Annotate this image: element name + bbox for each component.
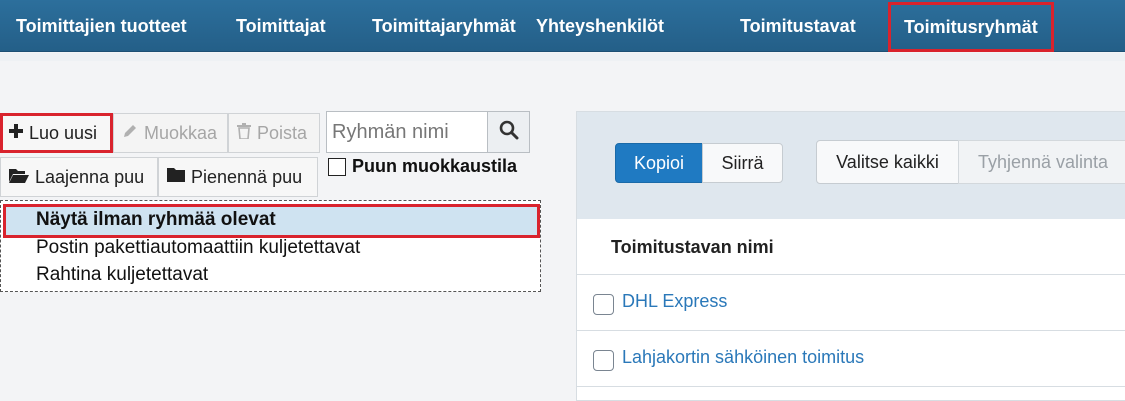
column-header-name: Toimitustavan nimi: [611, 237, 774, 257]
delete-label: Poista: [257, 122, 308, 143]
search-button[interactable]: [487, 111, 530, 153]
trash-icon: [237, 122, 251, 144]
table-row: DHL Express: [577, 275, 1125, 331]
tab-toimittajien-tuotteet[interactable]: Toimittajien tuotteet: [16, 0, 187, 52]
collapse-tree-button[interactable]: Pienennä puu: [158, 157, 318, 197]
create-new-label: Luo uusi: [29, 122, 98, 143]
clear-selection-button[interactable]: Tyhjennä valinta: [958, 140, 1125, 184]
expand-tree-label: Laajenna puu: [35, 166, 145, 187]
row-link[interactable]: Lahjakortin sähköinen toimitus: [622, 347, 864, 368]
tree-edit-mode-label: Puun muokkaustila: [352, 156, 518, 176]
tree-item-parcel-locker[interactable]: Postin pakettiautomaattiin kuljetettavat: [36, 237, 360, 259]
group-name-search-input[interactable]: [326, 111, 488, 153]
copy-button[interactable]: Kopioi: [615, 143, 703, 183]
expand-tree-button[interactable]: Laajenna puu: [0, 157, 158, 197]
tab-toimittajat[interactable]: Toimittajat: [236, 0, 326, 52]
edit-label: Muokkaa: [144, 122, 218, 143]
tree-item-without-group[interactable]: Näytä ilman ryhmää olevat: [36, 209, 276, 231]
folder-icon: [167, 167, 185, 187]
tree-edit-mode: Puun muokkaustila: [328, 156, 517, 177]
search-icon: [499, 120, 519, 145]
tree-edit-mode-checkbox[interactable]: [328, 157, 346, 176]
tab-toimitustavat[interactable]: Toimitustavat: [740, 0, 856, 52]
collapse-tree-label: Pienennä puu: [191, 166, 303, 187]
tree-item-freight[interactable]: Rahtina kuljetettavat: [36, 264, 208, 286]
column-header: Toimitustavan nimi: [577, 219, 1125, 275]
table-row: Lahjakortin sähköinen toimitus: [577, 331, 1125, 387]
row-checkbox[interactable]: [593, 294, 614, 315]
pencil-icon: [122, 123, 138, 144]
edit-button[interactable]: Muokkaa: [113, 113, 228, 153]
row-link[interactable]: DHL Express: [622, 291, 727, 312]
select-all-button[interactable]: Valitse kaikki: [816, 140, 959, 184]
group-tree: Näytä ilman ryhmää olevat Postin paketti…: [0, 200, 541, 292]
nav-subbar: [0, 53, 1125, 61]
tab-yhteyshenkilot[interactable]: Yhteyshenkilöt: [536, 0, 664, 52]
tab-toimittajaryhmat[interactable]: Toimittajaryhmät: [372, 0, 516, 52]
top-navigation: Toimittajien tuotteet Toimittajat Toimit…: [0, 0, 1125, 52]
folder-open-icon: [9, 167, 29, 188]
plus-icon: [9, 123, 23, 143]
delete-button[interactable]: Poista: [228, 113, 320, 153]
row-checkbox[interactable]: [593, 350, 614, 371]
panel-toolbar: Kopioi Siirrä Valitse kaikki Tyhjennä va…: [577, 112, 1125, 219]
move-button[interactable]: Siirrä: [702, 143, 783, 183]
create-new-button[interactable]: Luo uusi: [0, 113, 113, 153]
tab-toimitusryhmat[interactable]: Toimitusryhmät: [888, 2, 1054, 52]
delivery-methods-panel: Kopioi Siirrä Valitse kaikki Tyhjennä va…: [576, 111, 1125, 401]
